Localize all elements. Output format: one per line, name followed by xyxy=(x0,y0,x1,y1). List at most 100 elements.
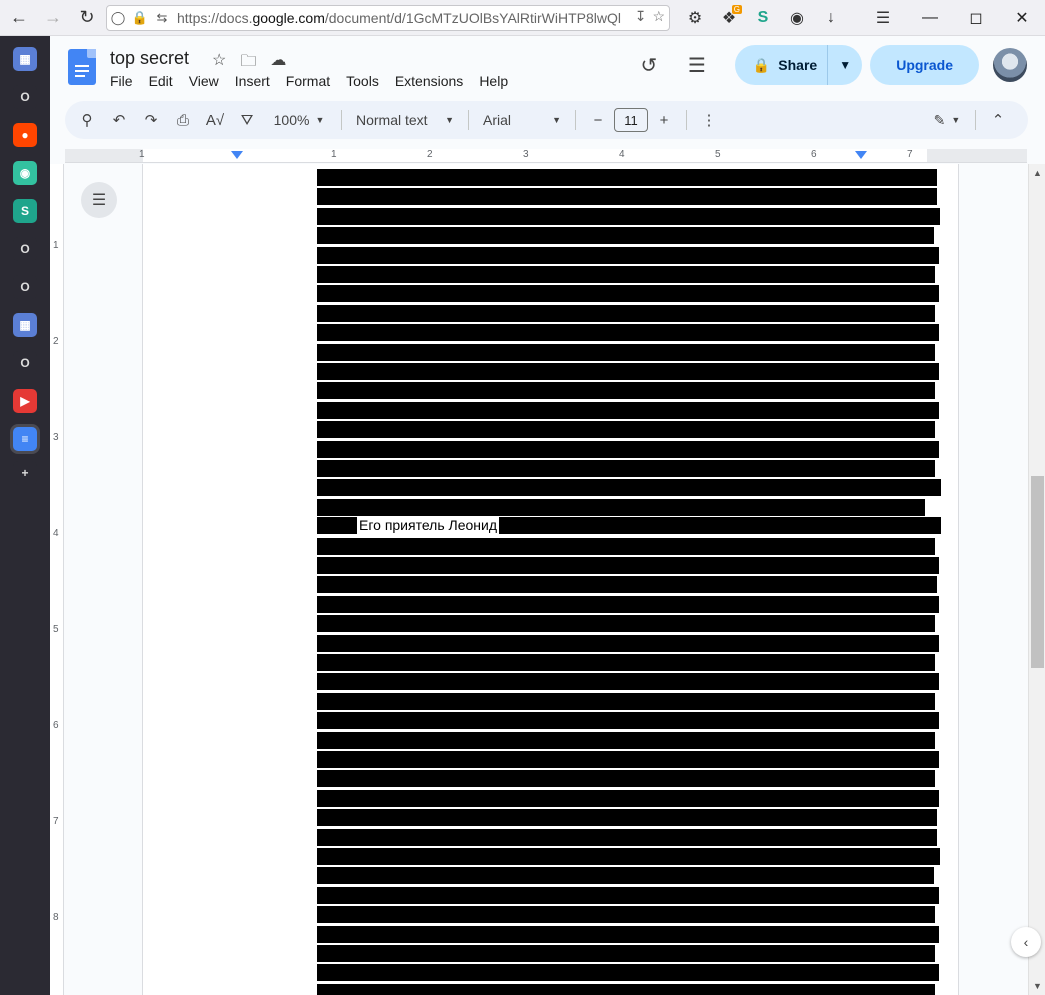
chevron-left-icon[interactable]: ‹ xyxy=(1011,927,1041,957)
redacted-line[interactable] xyxy=(317,712,939,730)
reader-extension-icon[interactable]: ◉ xyxy=(782,3,812,33)
sidebar-google-docs-icon[interactable]: ≡ xyxy=(13,427,37,451)
redacted-line[interactable] xyxy=(317,809,937,827)
maximize-icon[interactable]: ◻ xyxy=(953,0,999,36)
url-bar[interactable]: ◯ 🔒 ⇆ https://docs.google.com/document/d… xyxy=(106,5,670,31)
redacted-line[interactable] xyxy=(317,692,935,710)
redacted-line[interactable] xyxy=(317,401,939,419)
spellcheck-icon[interactable]: A√ xyxy=(199,106,231,134)
redacted-line[interactable] xyxy=(317,479,941,497)
bookmark-star-icon[interactable]: ☆ xyxy=(652,8,665,25)
scrollbar-thumb[interactable] xyxy=(1031,476,1044,668)
redo-icon[interactable]: ↷ xyxy=(135,106,167,134)
scroll-down-icon[interactable]: ▼ xyxy=(1033,981,1042,991)
redacted-line[interactable] xyxy=(317,615,935,633)
sidebar-s-app-icon[interactable]: S xyxy=(13,199,37,223)
redacted-line[interactable] xyxy=(317,983,935,995)
right-indent-marker[interactable] xyxy=(855,151,867,159)
sidebar-add-icon[interactable]: + xyxy=(13,461,37,485)
redacted-line[interactable] xyxy=(317,906,935,924)
sidebar-reddit-icon[interactable]: ● xyxy=(13,123,37,147)
permissions-icon[interactable]: ⇆ xyxy=(151,10,173,26)
extensions-puzzle-icon[interactable]: ⚙ xyxy=(680,3,710,33)
font-size-input[interactable]: 11 xyxy=(614,108,648,132)
font-select[interactable]: Arial ▼ xyxy=(475,106,569,134)
redacted-line[interactable] xyxy=(317,266,935,283)
style-select[interactable]: Normal text ▼ xyxy=(348,106,462,134)
redacted-line[interactable] xyxy=(317,731,935,749)
sidebar-calendar-app-icon[interactable]: ▦ xyxy=(13,47,37,71)
scroll-up-icon[interactable]: ▲ xyxy=(1033,168,1042,178)
increase-font-size-icon[interactable]: + xyxy=(648,106,680,134)
redacted-line[interactable] xyxy=(317,169,937,186)
redacted-line-with-text[interactable]: Его приятель Леонид xyxy=(317,517,941,534)
s-extension-icon[interactable]: S xyxy=(748,3,778,33)
redacted-line[interactable] xyxy=(317,382,935,400)
redacted-line[interactable] xyxy=(317,848,940,865)
more-options-icon[interactable]: ⋮ xyxy=(693,106,725,134)
redacted-line[interactable] xyxy=(317,363,939,380)
redacted-line[interactable] xyxy=(317,207,940,225)
redacted-line[interactable] xyxy=(317,886,939,904)
redacted-line[interactable] xyxy=(317,537,935,555)
vertical-scrollbar[interactable]: ▲ ▼ xyxy=(1028,164,1045,995)
forward-icon[interactable]: → xyxy=(38,3,68,33)
horizontal-ruler[interactable]: 1 1 2 3 4 5 6 7 xyxy=(65,149,1027,163)
redacted-line[interactable] xyxy=(317,324,939,342)
redacted-line[interactable] xyxy=(317,867,934,885)
vertical-ruler[interactable]: 1 2 3 4 5 6 7 8 xyxy=(50,164,64,995)
redacted-line[interactable] xyxy=(317,925,939,943)
document-outline-icon[interactable]: ☰ xyxy=(81,182,117,218)
menu-icon[interactable]: ☰ xyxy=(868,3,898,33)
shield-icon[interactable]: ◯ xyxy=(107,10,129,26)
menu-view[interactable]: View xyxy=(189,73,227,89)
print-icon[interactable]: ⎙ xyxy=(167,106,199,134)
sidebar-o-app-3-icon[interactable]: O xyxy=(13,275,37,299)
editing-mode-select[interactable]: ✎ ▼ xyxy=(925,106,969,134)
redacted-line[interactable] xyxy=(317,751,939,768)
comments-icon[interactable]: ☰ xyxy=(677,45,717,85)
downloads-icon[interactable]: ↓ xyxy=(816,3,846,33)
redacted-line[interactable] xyxy=(317,595,939,613)
url-text[interactable]: https://docs.google.com/document/d/1GcMT… xyxy=(177,10,621,26)
grammar-extension-icon[interactable]: ❖ G xyxy=(714,3,744,33)
redacted-line[interactable] xyxy=(317,634,939,652)
collapse-menus-icon[interactable]: ⌃ xyxy=(982,106,1014,134)
sidebar-o-app-1-icon[interactable]: O xyxy=(13,85,37,109)
redacted-line[interactable] xyxy=(317,246,939,264)
menu-help[interactable]: Help xyxy=(479,73,516,89)
lock-icon[interactable]: 🔒 xyxy=(129,10,151,26)
zoom-select[interactable]: 100% ▼ xyxy=(263,106,335,134)
redacted-line[interactable] xyxy=(317,789,939,807)
search-icon[interactable]: ⚲ xyxy=(71,106,103,134)
version-history-icon[interactable]: ↺ xyxy=(629,45,669,85)
decrease-font-size-icon[interactable]: − xyxy=(582,106,614,134)
menu-insert[interactable]: Insert xyxy=(235,73,278,89)
menu-format[interactable]: Format xyxy=(286,73,338,89)
redacted-line[interactable] xyxy=(317,964,939,982)
redacted-line[interactable] xyxy=(317,227,934,245)
redacted-line[interactable] xyxy=(317,654,935,671)
minimize-icon[interactable]: — xyxy=(907,0,953,36)
redacted-line[interactable] xyxy=(317,828,937,846)
redacted-line[interactable] xyxy=(317,343,935,361)
sidebar-youtube-icon[interactable]: ▶ xyxy=(13,389,37,413)
sidebar-game-app-icon[interactable]: ◉ xyxy=(13,161,37,185)
redacted-line[interactable] xyxy=(317,557,939,574)
avatar[interactable] xyxy=(993,48,1027,82)
upgrade-button[interactable]: Upgrade xyxy=(870,45,979,85)
sidebar-o-app-4-icon[interactable]: O xyxy=(13,351,37,375)
redacted-line[interactable] xyxy=(317,285,939,303)
chevron-down-icon[interactable]: ▼ xyxy=(828,58,862,72)
redacted-line[interactable] xyxy=(317,440,939,458)
sidebar-calendar-app-2-icon[interactable]: ▦ xyxy=(13,313,37,337)
back-icon[interactable]: ← xyxy=(4,3,34,33)
menu-tools[interactable]: Tools xyxy=(346,73,387,89)
document-page[interactable]: Его приятель Леонид xyxy=(143,164,958,995)
redacted-line[interactable] xyxy=(317,673,939,691)
share-button[interactable]: 🔒 Share ▼ xyxy=(734,45,863,85)
paint-format-icon[interactable]: ⛛ xyxy=(231,106,263,134)
undo-icon[interactable]: ↶ xyxy=(103,106,135,134)
save-page-icon[interactable]: ↧ xyxy=(635,8,647,25)
redacted-line[interactable] xyxy=(317,304,935,322)
